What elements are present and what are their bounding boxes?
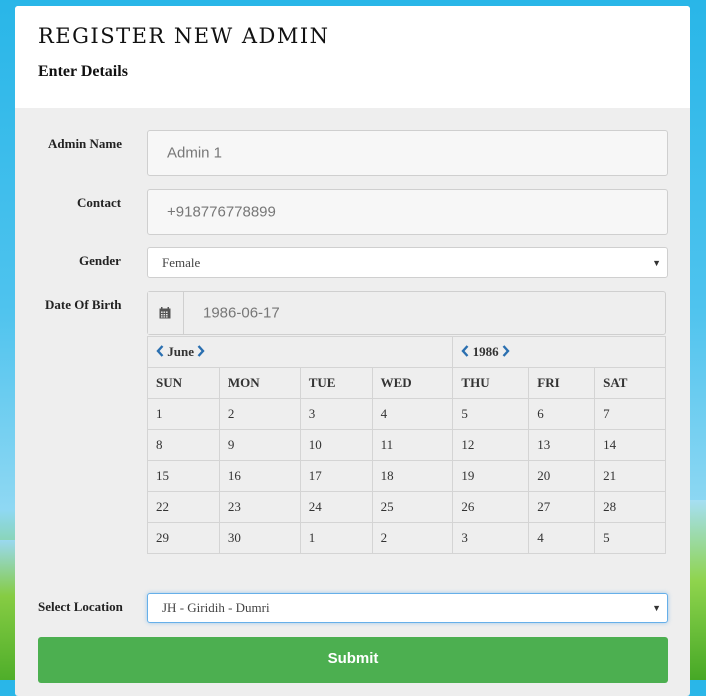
page-subtitle: Enter Details	[38, 63, 128, 80]
calendar-icon	[159, 307, 171, 319]
calendar-week-row: 1 2 3 4 5 6 7	[147, 398, 666, 430]
contact-placeholder: +918776778899	[167, 203, 276, 221]
page-title: REGISTER NEW ADMIN	[38, 24, 330, 48]
next-month-button[interactable]	[197, 344, 205, 361]
card-header: REGISTER NEW ADMIN Enter Details	[15, 6, 690, 108]
gender-label: Gender	[79, 253, 121, 268]
day-cell[interactable]: 30	[218, 522, 301, 554]
calendar-week-row: 15 16 17 18 19 20 21	[147, 460, 666, 492]
calendar-week-row: 8 9 10 11 12 13 14	[147, 429, 666, 461]
day-cell[interactable]: 21	[594, 460, 666, 492]
location-selected-value: JH - Giridih - Dumri	[162, 600, 270, 615]
gender-selected-value: Female	[162, 254, 201, 270]
weekday-header-row: SUN MON TUE WED THU FRI SAT	[147, 367, 666, 399]
day-cell[interactable]: 29	[147, 522, 220, 554]
day-cell[interactable]: 1	[147, 398, 220, 430]
chevron-right-icon	[502, 344, 510, 357]
datepicker-calendar: June 1986 SUN MON TUE WED THU FRI SAT 1 …	[146, 336, 666, 554]
prev-year-button[interactable]	[461, 344, 469, 361]
calendar-week-row: 29 30 1 2 3 4 5	[147, 522, 666, 554]
calendar-icon-button[interactable]	[148, 292, 184, 334]
day-cell[interactable]: 11	[371, 429, 454, 461]
admin-name-input[interactable]: Admin 1	[147, 130, 668, 176]
day-cell[interactable]: 5	[594, 522, 666, 554]
background-grass-right	[690, 500, 706, 680]
day-cell[interactable]: 25	[371, 491, 454, 523]
day-cell[interactable]: 7	[594, 398, 666, 430]
location-label: Select Location	[38, 599, 123, 614]
dob-input-group[interactable]: 1986-06-17	[147, 291, 666, 335]
day-cell[interactable]: 4	[371, 398, 454, 430]
day-cell[interactable]: 3	[299, 398, 373, 430]
caret-down-icon: ▼	[652, 257, 661, 268]
day-cell[interactable]: 15	[147, 460, 220, 492]
admin-name-placeholder: Admin 1	[167, 144, 223, 162]
weekday-header: SAT	[594, 367, 666, 399]
day-cell[interactable]: 22	[147, 491, 220, 523]
day-cell[interactable]: 14	[594, 429, 666, 461]
day-cell[interactable]: 13	[528, 429, 596, 461]
calendar-week-row: 22 23 24 25 26 27 28	[147, 491, 666, 523]
day-cell[interactable]: 20	[528, 460, 596, 492]
day-cell[interactable]: 16	[218, 460, 301, 492]
contact-input[interactable]: +918776778899	[147, 189, 668, 235]
day-cell[interactable]: 23	[218, 491, 301, 523]
background-grass-left	[0, 540, 16, 680]
weekday-header: FRI	[528, 367, 596, 399]
day-cell[interactable]: 9	[218, 429, 301, 461]
day-cell[interactable]: 26	[452, 491, 530, 523]
weekday-header: SUN	[147, 367, 220, 399]
day-cell[interactable]: 2	[371, 522, 454, 554]
location-select[interactable]: JH - Giridih - Dumri ▼	[147, 593, 668, 623]
dob-value: 1986-06-17	[203, 304, 280, 322]
day-cell[interactable]: 27	[528, 491, 596, 523]
day-cell[interactable]: 10	[299, 429, 373, 461]
chevron-left-icon	[156, 344, 164, 357]
register-admin-card: REGISTER NEW ADMIN Enter Details Admin N…	[15, 6, 690, 696]
weekday-header: MON	[218, 367, 301, 399]
weekday-header: TUE	[299, 367, 373, 399]
day-cell[interactable]: 8	[147, 429, 220, 461]
year-label: 1986	[472, 343, 499, 359]
year-navigator: 1986	[452, 336, 666, 368]
weekday-header: WED	[371, 367, 454, 399]
chevron-right-icon	[197, 344, 205, 357]
day-cell[interactable]: 5	[452, 398, 530, 430]
month-navigator: June	[146, 336, 454, 368]
day-cell[interactable]: 19	[452, 460, 530, 492]
day-cell[interactable]: 1	[299, 522, 373, 554]
day-cell[interactable]: 18	[371, 460, 454, 492]
chevron-left-icon	[461, 344, 469, 357]
day-cell[interactable]: 17	[299, 460, 373, 492]
dob-label: Date Of Birth	[45, 297, 122, 312]
day-cell[interactable]: 28	[594, 491, 666, 523]
day-cell[interactable]: 24	[299, 491, 373, 523]
day-cell[interactable]: 12	[452, 429, 530, 461]
prev-month-button[interactable]	[156, 344, 164, 361]
contact-label: Contact	[77, 195, 122, 210]
caret-down-icon: ▼	[652, 603, 661, 613]
gender-select[interactable]: Female ▼	[147, 247, 668, 278]
day-cell[interactable]: 2	[218, 398, 301, 430]
month-label: June	[167, 343, 194, 359]
admin-name-label: Admin Name	[48, 136, 123, 151]
day-cell[interactable]: 3	[452, 522, 530, 554]
day-cell[interactable]: 6	[528, 398, 596, 430]
submit-button[interactable]: Submit	[38, 637, 668, 683]
next-year-button[interactable]	[502, 344, 510, 361]
weekday-header: THU	[452, 367, 530, 399]
day-cell[interactable]: 4	[528, 522, 596, 554]
